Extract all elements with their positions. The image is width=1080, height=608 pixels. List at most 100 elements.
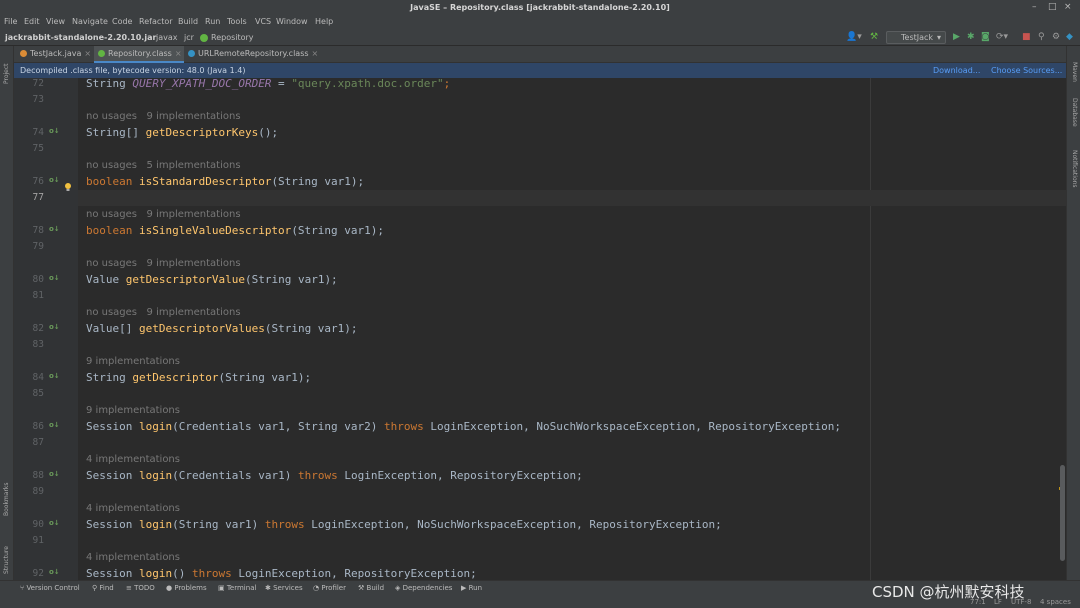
search-icon[interactable]: ⚲ (1038, 32, 1045, 43)
project-tool-button[interactable]: Project (3, 63, 10, 84)
menu-navigate[interactable]: Navigate (72, 17, 108, 26)
method-params: (String var1); (291, 224, 385, 237)
indent-setting[interactable]: 4 spaces (1040, 598, 1071, 606)
inlay-usages-hint[interactable]: 9 implementations (78, 354, 1066, 370)
close-icon[interactable]: × (175, 49, 182, 58)
terminal-tool[interactable]: ▣ Terminal (218, 584, 256, 592)
settings-icon[interactable]: ⚙ (1052, 32, 1060, 43)
inlay-usages-hint[interactable]: 4 implementations (78, 501, 1066, 517)
structure-tool-button[interactable]: Structure (3, 546, 10, 574)
breadcrumb-javax[interactable]: javax (156, 33, 178, 42)
return-type: boolean (86, 175, 139, 188)
return-type: Session (86, 469, 139, 482)
menu-help[interactable]: Help (315, 17, 333, 26)
breadcrumb-repository[interactable]: Repository (211, 33, 254, 42)
menu-refactor[interactable]: Refactor (139, 17, 173, 26)
build-tool[interactable]: ⚒ Build (358, 584, 384, 592)
maximize-button[interactable]: □ (1048, 2, 1057, 12)
coverage-icon[interactable]: ◙ (981, 32, 990, 43)
type-keyword: String (86, 78, 133, 90)
choose-sources-link[interactable]: Choose Sources... (991, 63, 1062, 78)
breadcrumb-jar[interactable]: jackrabbit-standalone-2.20.10.jar (5, 33, 156, 42)
menu-code[interactable]: Code (112, 17, 132, 26)
exception-list: LoginException, NoSuchWorkspaceException… (423, 420, 842, 433)
return-type: String (86, 371, 133, 384)
stop-icon[interactable]: ■ (1022, 32, 1031, 43)
notifications-tool-button[interactable]: Notifications (1071, 150, 1078, 188)
line-number: 87 (32, 437, 44, 448)
run-tool[interactable]: ▶ Run (461, 584, 482, 592)
tab-testjack[interactable]: TestJack.java × (16, 46, 94, 63)
breadcrumb-jcr[interactable]: jcr (184, 33, 194, 42)
implemented-icon[interactable]: o↓ (49, 568, 61, 580)
menu-file[interactable]: File (4, 17, 17, 26)
run-icon[interactable]: ▶ (953, 32, 960, 43)
implemented-icon[interactable]: o↓ (49, 127, 61, 139)
inlay-usages-hint[interactable]: no usages 5 implementations (78, 158, 1066, 174)
menu-window[interactable]: Window (276, 17, 308, 26)
inlay-usages-hint[interactable]: 9 implementations (78, 403, 1066, 419)
return-type: String[] (86, 126, 146, 139)
inlay-usages-hint[interactable]: 4 implementations (78, 550, 1066, 566)
line-number: 75 (32, 143, 44, 154)
decompiled-info-bar: Decompiled .class file, bytecode version… (14, 63, 1066, 78)
find-tool[interactable]: ⚲ Find (92, 584, 114, 592)
bookmarks-tool-button[interactable]: Bookmarks (3, 482, 10, 516)
profile-icon[interactable]: ⟳▾ (996, 32, 1008, 43)
minimize-button[interactable]: – (1032, 2, 1037, 12)
dependencies-tool[interactable]: ◈ Dependencies (395, 584, 452, 592)
run-configuration-select[interactable]: TestJack ▾ (886, 31, 946, 44)
exception-list: LoginException, RepositoryException; (231, 567, 477, 580)
return-type: Value[] (86, 322, 139, 335)
implemented-icon[interactable]: o↓ (49, 274, 61, 286)
download-link[interactable]: Download... (933, 63, 980, 78)
version-control-tool[interactable]: ⑂ Version Control (20, 584, 80, 592)
services-tool[interactable]: ✱ Services (265, 584, 303, 592)
watermark: CSDN @杭州默安科技 (872, 583, 1025, 601)
code-line: Value[] getDescriptorValues(String var1)… (78, 321, 1066, 337)
maven-tool-button[interactable]: Maven (1071, 62, 1078, 82)
method-params: () (172, 567, 192, 580)
user-icon[interactable]: 👤▾ (846, 32, 862, 43)
problems-tool[interactable]: ● Problems (166, 584, 207, 592)
inlay-usages-hint[interactable]: no usages 9 implementations (78, 109, 1066, 125)
inlay-usages-hint[interactable]: no usages 9 implementations (78, 207, 1066, 223)
implemented-icon[interactable]: o↓ (49, 225, 61, 237)
implemented-icon[interactable]: o↓ (49, 372, 61, 384)
implemented-icon[interactable]: o↓ (49, 176, 61, 188)
implemented-icon[interactable]: o↓ (49, 519, 61, 531)
line-number: 74 (32, 127, 44, 138)
code-line: String getDescriptor(String var1); (78, 370, 1066, 386)
close-icon[interactable]: × (84, 49, 91, 58)
build-hammer-icon[interactable]: ⚒ (870, 32, 878, 43)
lightbulb-icon[interactable] (63, 177, 73, 191)
tab-repository[interactable]: Repository.class × (94, 46, 184, 63)
code-line: Session login(String var1) throws LoginE… (78, 517, 1066, 533)
code-editor[interactable]: String QUERY_XPATH_DOC_ORDER = "query.xp… (78, 78, 1066, 580)
menu-run[interactable]: Run (205, 17, 220, 26)
debug-icon[interactable]: ✱ (967, 32, 975, 43)
menu-view[interactable]: View (46, 17, 65, 26)
profiler-tool[interactable]: ◔ Profiler (313, 584, 346, 592)
menu-vcs[interactable]: VCS (255, 17, 271, 26)
inlay-usages-hint[interactable]: 4 implementations (78, 452, 1066, 468)
close-window-button[interactable]: × (1064, 2, 1072, 12)
method-name: getDescriptorValues (138, 322, 265, 335)
close-icon[interactable]: × (312, 49, 319, 58)
database-tool-button[interactable]: Database (1071, 98, 1078, 127)
method-name: getDescriptor (132, 371, 219, 384)
tab-urlremoterepository[interactable]: URLRemoteRepository.class × (184, 46, 320, 63)
implemented-icon[interactable]: o↓ (49, 323, 61, 335)
menu-tools[interactable]: Tools (227, 17, 247, 26)
decompiled-message: Decompiled .class file, bytecode version… (20, 66, 246, 75)
jetbrains-logo-icon[interactable]: ◆ (1066, 32, 1073, 43)
implemented-icon[interactable]: o↓ (49, 470, 61, 482)
todo-tool[interactable]: ≡ TODO (126, 584, 155, 592)
inlay-usages-hint[interactable]: no usages 9 implementations (78, 305, 1066, 321)
editor-scrollbar[interactable] (1060, 465, 1065, 561)
implemented-icon[interactable]: o↓ (49, 421, 61, 433)
menu-edit[interactable]: Edit (24, 17, 40, 26)
left-tool-stripe: Project Bookmarks Structure (0, 46, 14, 580)
menu-build[interactable]: Build (178, 17, 198, 26)
inlay-usages-hint[interactable]: no usages 9 implementations (78, 256, 1066, 272)
